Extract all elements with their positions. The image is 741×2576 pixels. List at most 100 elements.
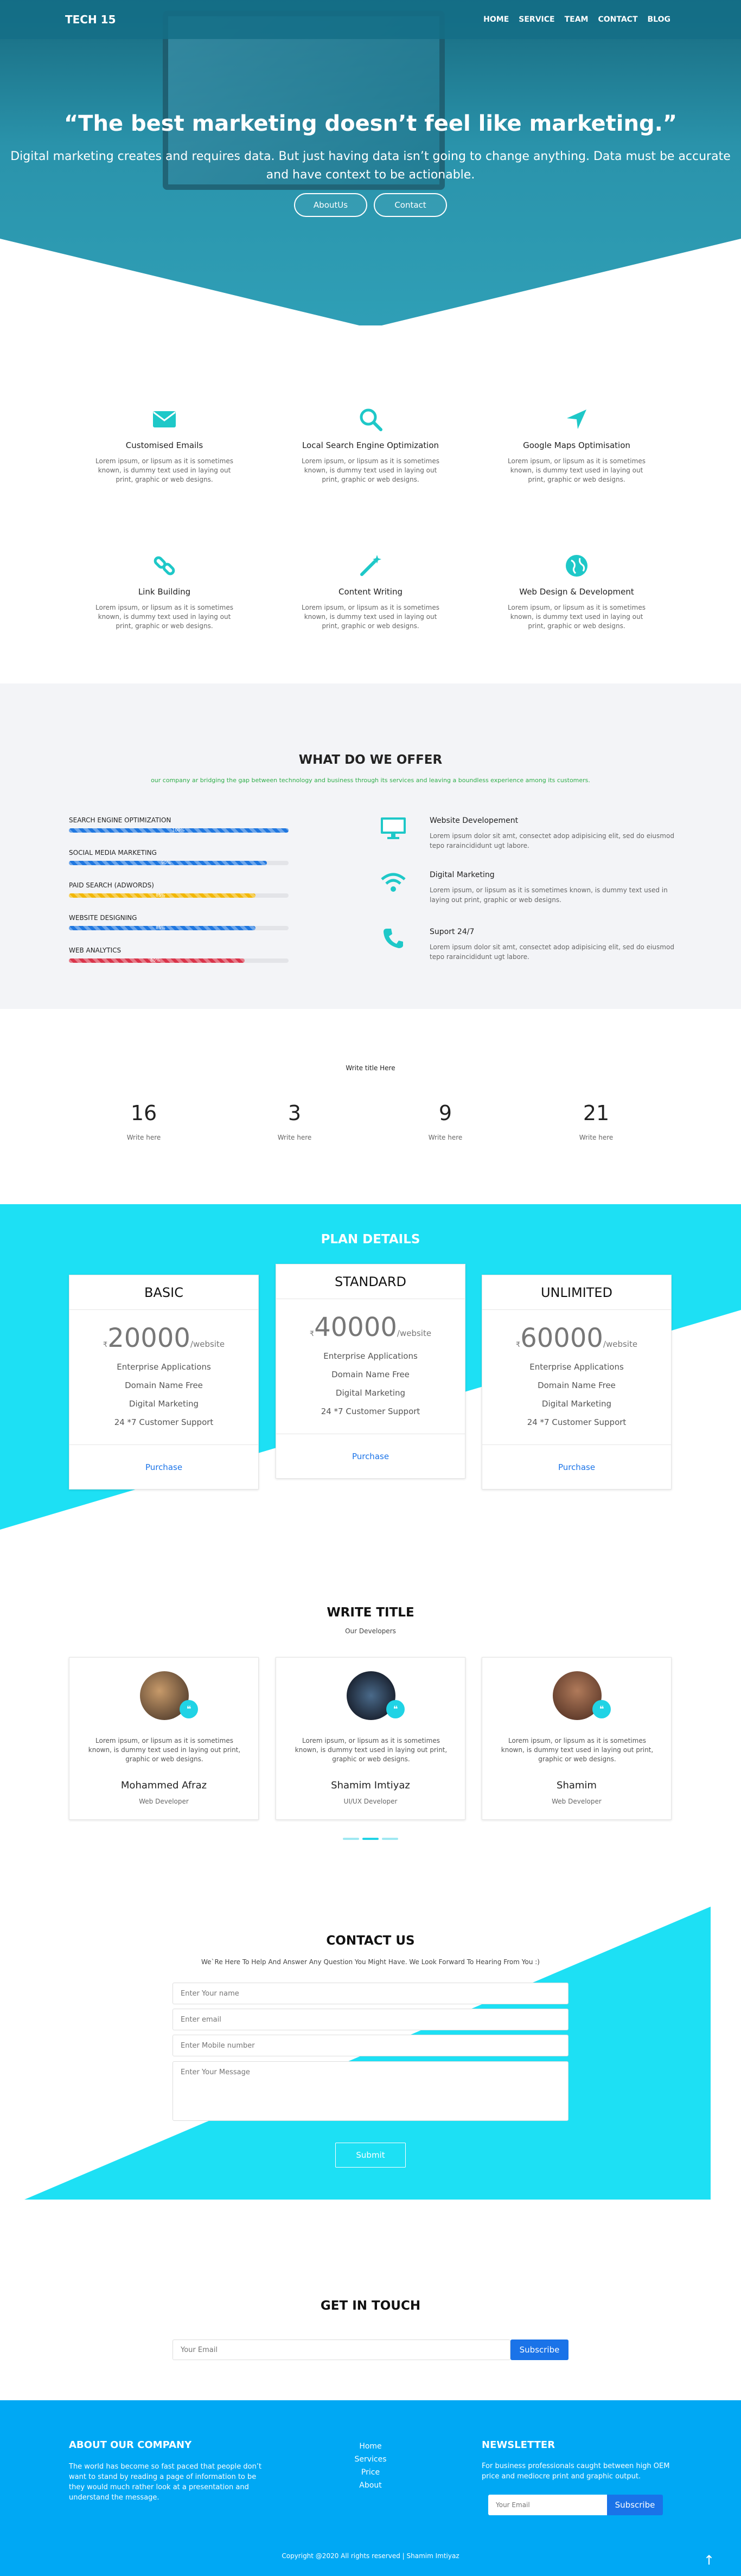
skill-track: 85%	[69, 893, 289, 898]
skill-bar: PAID SEARCH (ADWORDS) 85%	[69, 881, 289, 898]
contact-button[interactable]: Contact	[374, 193, 447, 217]
carousel-dot[interactable]	[382, 1838, 398, 1840]
nav-contact[interactable]: CONTACT	[598, 15, 637, 24]
subscribe-button[interactable]: Subscribe	[510, 2340, 568, 2360]
footer-newsletter-text: For business professionals caught betwee…	[482, 2462, 670, 2481]
plan-feature: 24 *7 Customer Support	[321, 1407, 420, 1416]
arrow-up-icon[interactable]: ↑	[701, 2552, 717, 2568]
team-card: ❝ Lorem ipsum, or lipsum as it is someti…	[69, 1657, 259, 1820]
service-title: Link Building	[138, 587, 191, 597]
hero-text: Digital marketing creates and requires d…	[10, 150, 731, 182]
skill-track: 80%	[69, 958, 289, 963]
nav-team[interactable]: TEAM	[565, 15, 589, 24]
plan-price: ₹60000/website	[482, 1323, 671, 1353]
feature-title: Website Developement	[430, 816, 519, 825]
contact-section: CONTACT US We`Re Here To Help And Answer…	[0, 1888, 741, 2251]
nav-menu: HOME SERVICE TEAM CONTACT BLOG	[483, 15, 670, 24]
plan-name: BASIC	[69, 1275, 258, 1310]
service-text: Lorem ipsum, or lipsum as it is sometime…	[508, 604, 646, 630]
footer-link-price[interactable]: Price	[347, 2466, 394, 2479]
feature-text: Lorem ipsum, or lipsum as it is sometime…	[430, 886, 668, 904]
service-title: Web Design & Development	[519, 587, 634, 597]
touch-title: GET IN TOUCH	[320, 2299, 421, 2313]
hero-section: TECH 15 HOME SERVICE TEAM CONTACT BLOG “…	[0, 0, 741, 325]
carousel-dot[interactable]	[343, 1838, 359, 1840]
counter-label: Write here	[579, 1134, 614, 1141]
about-us-button[interactable]: AboutUs	[294, 193, 367, 217]
skill-percent: 100%	[172, 828, 185, 833]
offer-title: WHAT DO WE OFFER	[298, 753, 443, 767]
phone-icon	[380, 928, 407, 955]
purchase-button[interactable]: Purchase	[69, 1444, 258, 1489]
team-text: Lorem ipsum, or lipsum as it is sometime…	[88, 1737, 241, 1763]
email-field[interactable]	[173, 2009, 568, 2030]
counter-section: Write title Here 16 Write here 3 Write her…	[0, 1009, 741, 1204]
purchase-button[interactable]: Purchase	[276, 1434, 465, 1478]
contact-subtitle: We`Re Here To Help And Answer Any Questi…	[201, 1958, 540, 1966]
team-card: ❝ Lorem ipsum, or lipsum as it is someti…	[482, 1657, 672, 1820]
counter-label: Write here	[126, 1134, 161, 1141]
footer-link-home[interactable]: Home	[347, 2440, 394, 2453]
submit-button[interactable]: Submit	[335, 2143, 406, 2168]
plan-amount: 60000	[520, 1323, 603, 1353]
team-text: Lorem ipsum, or lipsum as it is sometime…	[295, 1737, 448, 1763]
service-text: Lorem ipsum, or lipsum as it is sometime…	[302, 604, 439, 630]
plan-card-basic: BASIC ₹20000/website Enterprise Applicat…	[69, 1275, 259, 1490]
skill-track: 90%	[69, 860, 289, 865]
service-title: Content Writing	[338, 587, 403, 597]
plan-feature: 24 *7 Customer Support	[114, 1417, 214, 1427]
quote-icon: ❝	[386, 1700, 405, 1718]
team-role: UI/UX Developer	[343, 1798, 398, 1805]
name-field[interactable]	[173, 1983, 568, 2004]
counter-number: 9	[438, 1101, 452, 1125]
footer-about-title: ABOUT OUR COMPANY	[69, 2439, 192, 2451]
team-section: WRITE TITLE Our Developers ❝ Lorem ipsum…	[0, 1551, 741, 1888]
copyright: Copyright @2020 All rights reserved | Sh…	[282, 2552, 459, 2560]
nav-blog[interactable]: BLOG	[648, 15, 671, 24]
counter-item: 16 Write here	[111, 1101, 176, 1141]
wifi-icon	[380, 871, 407, 898]
nav-home[interactable]: HOME	[483, 15, 509, 24]
plan-features: Enterprise Applications Domain Name Free…	[69, 1358, 258, 1431]
team-role: Web Developer	[552, 1798, 602, 1805]
counter-item: 3 Write here	[262, 1101, 327, 1141]
plan-features: Enterprise Applications Domain Name Free…	[482, 1358, 671, 1431]
purchase-button[interactable]: Purchase	[482, 1444, 671, 1489]
skill-label: WEBSITE DESIGNING	[69, 914, 137, 922]
nav-service[interactable]: SERVICE	[519, 15, 554, 24]
plan-feature: Enterprise Applications	[117, 1362, 211, 1372]
carousel-dot-active[interactable]	[362, 1838, 379, 1840]
message-field[interactable]	[173, 2061, 568, 2121]
plan-feature: Domain Name Free	[125, 1380, 203, 1390]
get-in-touch-section: GET IN TOUCH Subscribe	[0, 2251, 741, 2400]
service-card: Google Maps Optimisation Lorem ipsum, or…	[501, 406, 653, 484]
newsletter-email-input[interactable]	[488, 2495, 607, 2515]
service-card: Customised Emails Lorem ipsum, or lipsum…	[88, 406, 240, 484]
skill-label: PAID SEARCH (ADWORDS)	[69, 881, 154, 889]
footer-link-services[interactable]: Services	[347, 2453, 394, 2466]
subscribe-email-input[interactable]	[173, 2340, 510, 2360]
search-icon	[295, 406, 446, 433]
skill-bar: WEBSITE DESIGNING 85%	[69, 914, 289, 930]
mobile-field[interactable]	[173, 2035, 568, 2056]
link-icon	[88, 552, 240, 579]
magic-wand-icon	[295, 552, 446, 579]
service-title: Customised Emails	[125, 440, 203, 450]
team-text: Lorem ipsum, or lipsum as it is sometime…	[501, 1737, 654, 1763]
footer-about-text: The world has become so fast paced that …	[69, 2463, 262, 2502]
newsletter-subscribe-button[interactable]: Subscribe	[607, 2495, 663, 2515]
envelope-icon	[88, 406, 240, 433]
skill-label: SEARCH ENGINE OPTIMIZATION	[69, 816, 171, 824]
brand-logo[interactable]: TECH 15	[65, 13, 116, 26]
plan-feature: Digital Marketing	[335, 1388, 406, 1398]
service-card: Local Search Engine Optimization Lorem i…	[295, 406, 446, 484]
service-text: Lorem ipsum, or lipsum as it is sometime…	[508, 457, 646, 483]
team-card: ❝ Lorem ipsum, or lipsum as it is someti…	[276, 1657, 465, 1820]
footer-link-about[interactable]: About	[347, 2479, 394, 2492]
skill-track: 100%	[69, 828, 289, 833]
globe-icon	[501, 552, 653, 579]
service-text: Lorem ipsum, or lipsum as it is sometime…	[95, 604, 233, 630]
plan-per: /website	[397, 1328, 432, 1338]
skill-percent: 90%	[161, 860, 171, 865]
service-card: Content Writing Lorem ipsum, or lipsum a…	[295, 552, 446, 631]
